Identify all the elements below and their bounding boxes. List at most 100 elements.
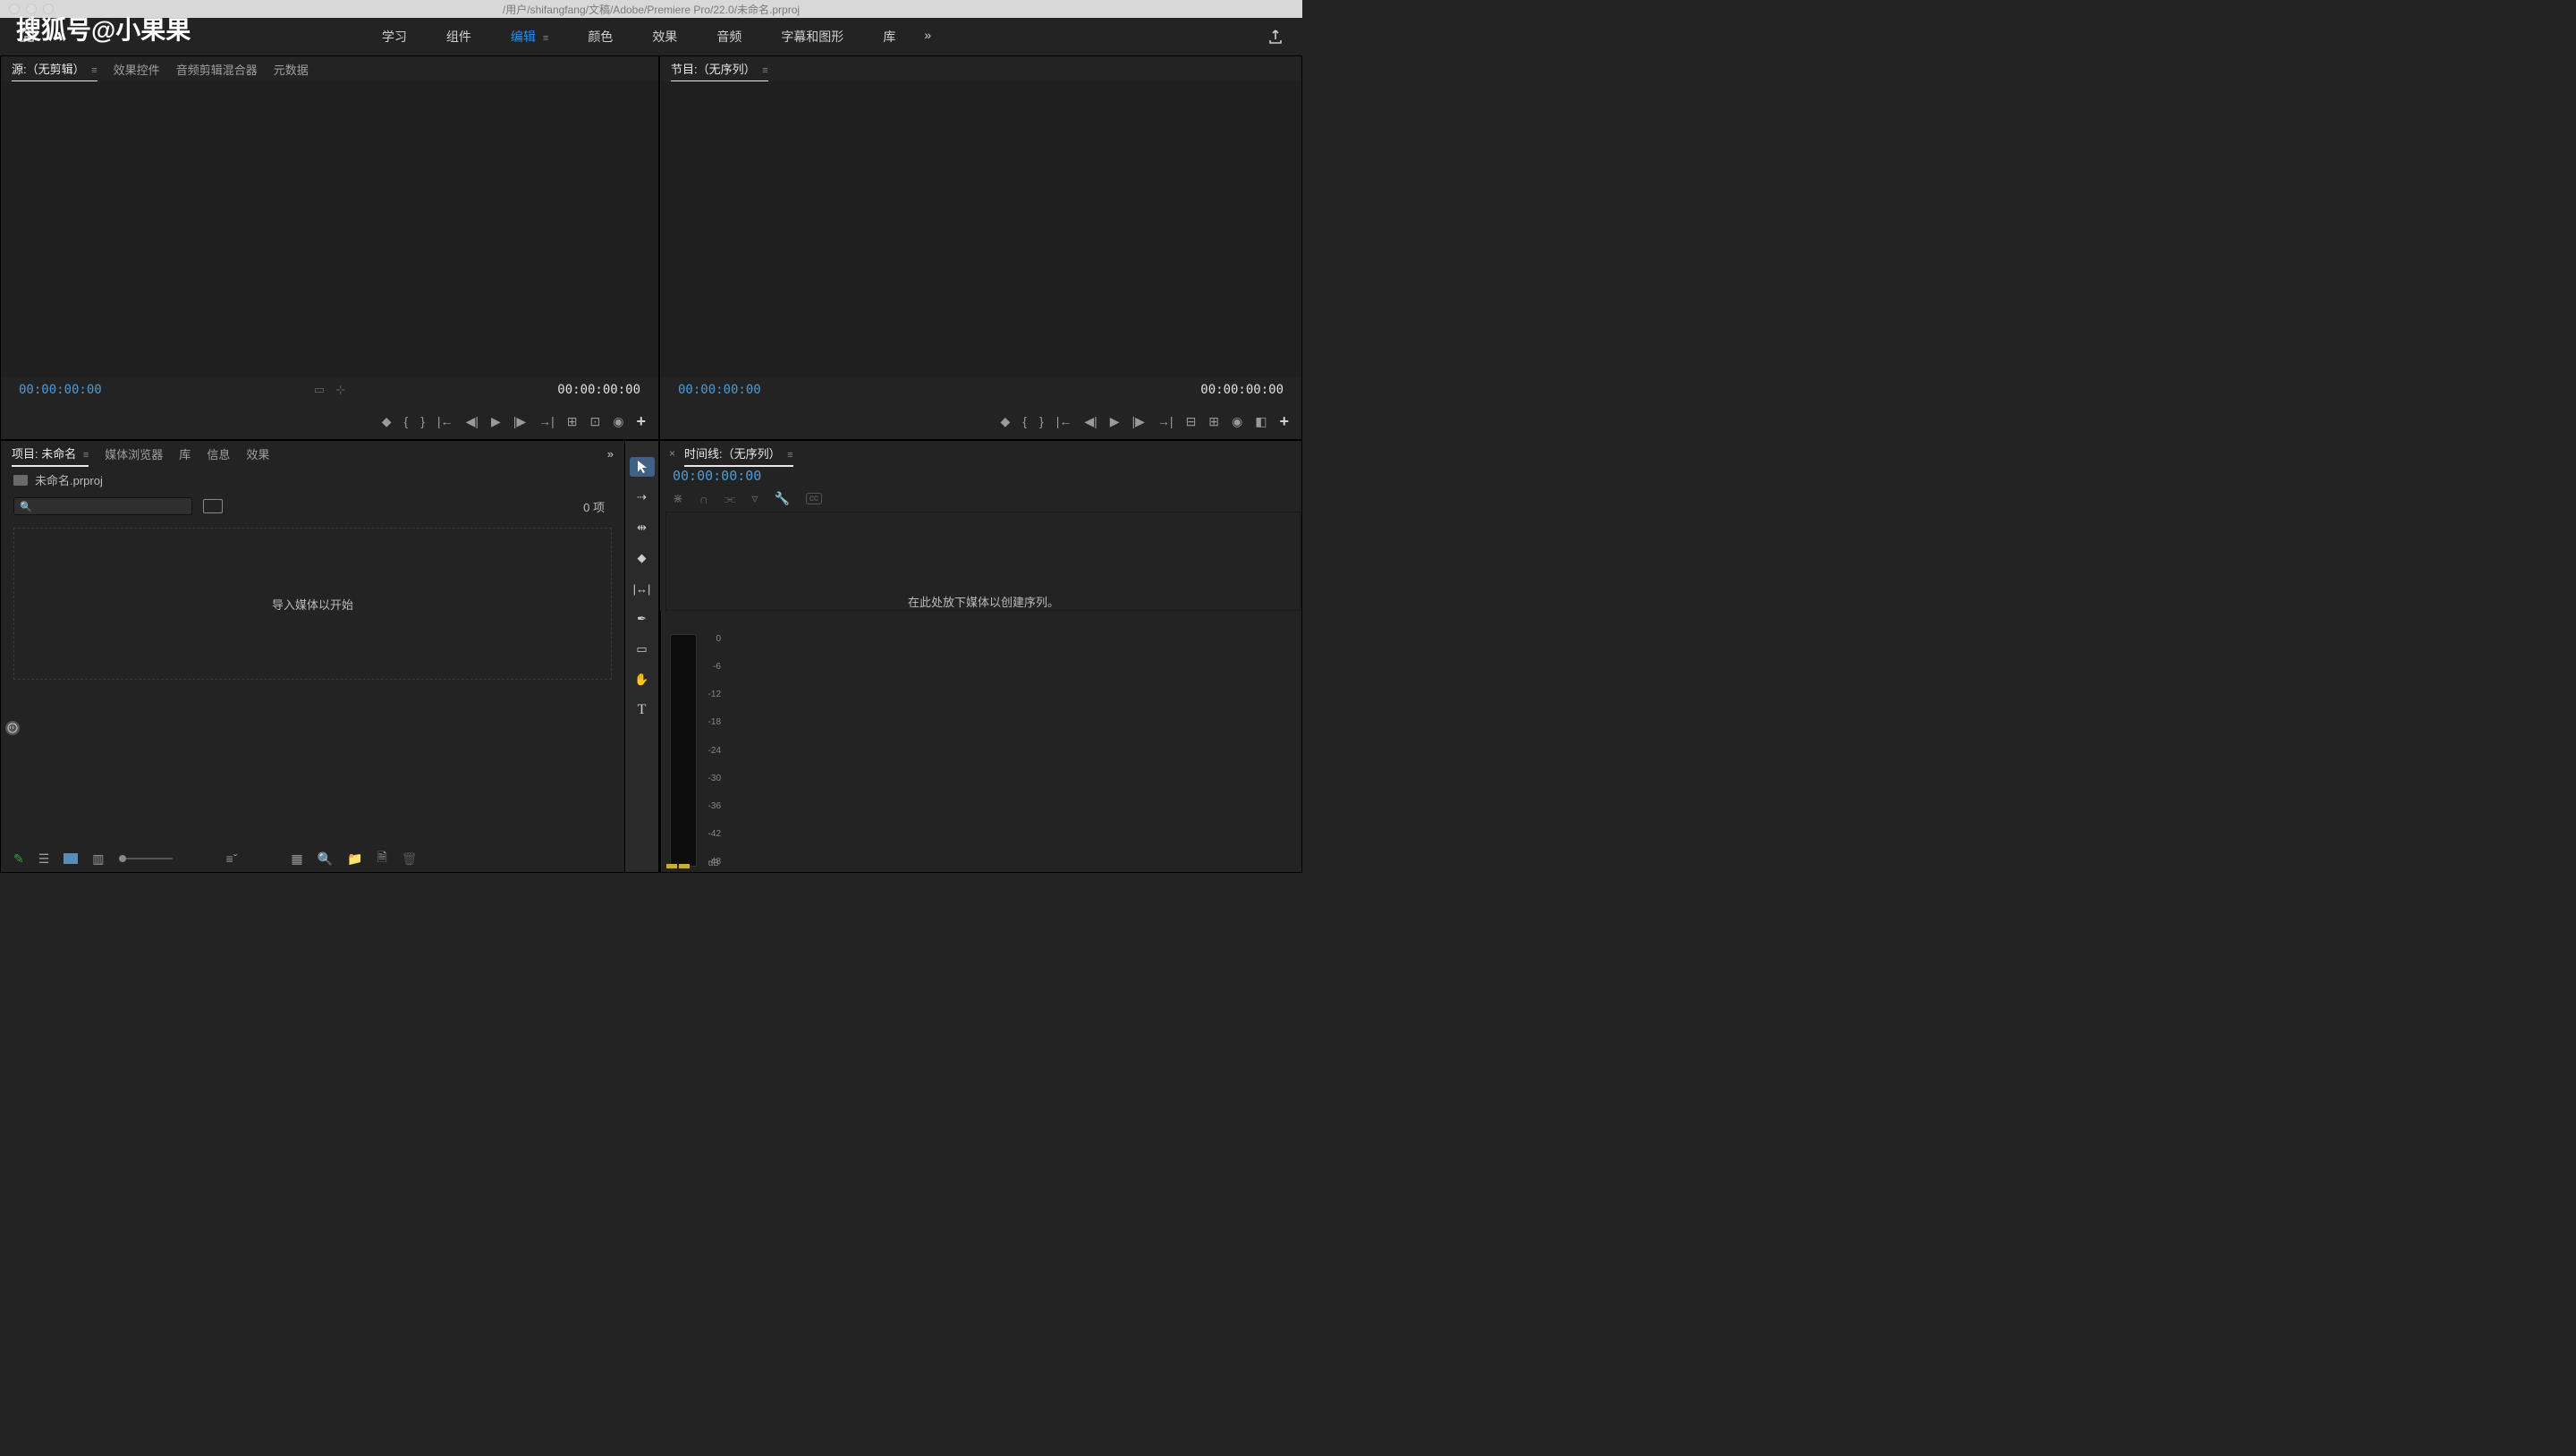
timeline-timecode[interactable]: 00:00:00:00	[673, 468, 761, 484]
track-select-tool-icon[interactable]: ⇢	[630, 487, 655, 507]
tab-project[interactable]: 项目: 未命名 ≡	[12, 441, 89, 467]
mark-in-icon[interactable]: {	[1022, 414, 1027, 428]
new-bin-footer-icon[interactable]: 📁	[347, 851, 362, 867]
safe-margins-icon[interactable]: ⊹	[335, 383, 345, 397]
freeform-view-icon[interactable]: ▥	[92, 851, 104, 867]
ripple-edit-tool-icon[interactable]: ⇹	[630, 518, 655, 538]
timeline-drop-zone[interactable]: 在此处放下媒体以创建序列。	[665, 512, 1301, 611]
add-marker-tl-icon[interactable]: ▿	[751, 491, 758, 506]
insert-icon[interactable]: ⊞	[567, 414, 578, 429]
tab-effect-controls[interactable]: 效果控件	[114, 57, 160, 81]
delete-icon[interactable]: 🗑	[402, 851, 418, 867]
captions-track-icon[interactable]: cc	[806, 493, 822, 504]
lift-icon[interactable]: ⊟	[1186, 414, 1197, 429]
panel-menu-icon[interactable]: ≡	[787, 450, 792, 461]
tab-media-browser[interactable]: 媒体浏览器	[105, 442, 163, 466]
mark-out-icon[interactable]: }	[420, 414, 425, 428]
tab-timeline[interactable]: 时间线:（无序列） ≡	[684, 441, 793, 467]
goto-out-icon[interactable]: →|	[1157, 414, 1174, 428]
tab-audio-clip-mixer[interactable]: 音频剪辑混合器	[176, 57, 258, 81]
audio-meter-track[interactable]	[670, 634, 697, 867]
tab-program[interactable]: 节目:（无序列） ≡	[671, 56, 768, 82]
creative-cloud-icon[interactable]	[5, 721, 20, 735]
close-tab-icon[interactable]: ×	[669, 447, 675, 460]
program-viewport[interactable]	[660, 81, 1301, 377]
project-search-box[interactable]: 🔍	[13, 497, 192, 515]
workspace-tab-libraries[interactable]: 库	[863, 19, 915, 55]
mark-out-icon[interactable]: }	[1039, 414, 1044, 428]
workspace-tab-editing[interactable]: 编辑≡	[491, 19, 568, 55]
add-marker-icon[interactable]: ◆	[1001, 414, 1011, 429]
linked-selection-icon[interactable]: ⫘	[724, 491, 736, 506]
thumbnail-zoom-slider[interactable]	[119, 858, 173, 859]
maximize-window-button[interactable]	[43, 4, 54, 14]
tab-effects[interactable]: 效果	[246, 442, 269, 466]
step-back-icon[interactable]: ◀|	[466, 414, 479, 429]
home-icon[interactable]	[18, 26, 39, 47]
export-frame-icon[interactable]: ◉	[613, 414, 623, 429]
source-viewport[interactable]	[1, 81, 658, 377]
add-marker-icon[interactable]: ◆	[382, 414, 392, 429]
program-tc-left[interactable]: 00:00:00:00	[678, 383, 761, 397]
tab-libraries[interactable]: 库	[179, 442, 191, 466]
step-fwd-icon[interactable]: |▶	[513, 414, 526, 429]
meter-peak-indicator	[666, 864, 690, 868]
selection-tool-icon[interactable]	[630, 457, 655, 477]
rectangle-tool-icon[interactable]: ▭	[630, 639, 655, 659]
button-editor-icon[interactable]: +	[1279, 412, 1289, 431]
project-drop-zone[interactable]: 导入媒体以开始	[13, 528, 612, 680]
goto-in-icon[interactable]: |←	[1056, 414, 1072, 428]
mark-in-icon[interactable]: {	[404, 414, 409, 428]
button-editor-icon[interactable]: +	[636, 412, 646, 431]
goto-in-icon[interactable]: |←	[437, 414, 453, 428]
fit-icon[interactable]: ▭	[314, 383, 325, 397]
new-item-write-icon[interactable]: ✎	[13, 851, 24, 867]
razor-tool-icon[interactable]: ◆	[630, 548, 655, 568]
snap-icon[interactable]: ∩	[699, 492, 708, 506]
step-back-icon[interactable]: ◀|	[1084, 414, 1097, 429]
panel-menu-icon[interactable]: ≡	[762, 65, 767, 76]
source-transport: ◆ { } |← ◀| ▶ |▶ →| ⊞ ⊡ ◉ +	[1, 403, 658, 439]
slip-tool-icon[interactable]: |↔|	[630, 579, 655, 598]
minimize-window-button[interactable]	[26, 4, 37, 14]
pen-tool-icon[interactable]: ✒	[630, 609, 655, 629]
timeline-settings-icon[interactable]: 🔧	[774, 491, 789, 506]
list-view-icon[interactable]: ☰	[38, 851, 50, 867]
new-bin-icon[interactable]	[203, 499, 223, 513]
comparison-view-icon[interactable]: ◧	[1255, 414, 1267, 429]
icon-view-icon[interactable]	[64, 853, 78, 864]
workspace-menu-icon[interactable]: ≡	[543, 33, 548, 44]
workspace-tab-audio[interactable]: 音频	[697, 19, 761, 55]
hand-tool-icon[interactable]: ✋	[630, 670, 655, 690]
project-search-input[interactable]	[38, 500, 186, 512]
extract-icon[interactable]: ⊞	[1208, 414, 1219, 429]
panel-menu-icon[interactable]: ≡	[83, 450, 89, 461]
quick-export-icon[interactable]	[1267, 28, 1284, 46]
play-icon[interactable]: ▶	[1110, 414, 1120, 429]
automate-to-sequence-icon[interactable]: ▦	[291, 851, 302, 867]
new-item-icon[interactable]: 🗎	[377, 848, 386, 869]
workspace-tab-assembly[interactable]: 组件	[427, 19, 491, 55]
tab-metadata[interactable]: 元数据	[274, 57, 309, 81]
close-window-button[interactable]	[9, 4, 20, 14]
step-fwd-icon[interactable]: |▶	[1132, 414, 1145, 429]
type-tool-icon[interactable]: T	[630, 700, 655, 720]
sort-icon[interactable]: ≡ˇ	[226, 851, 238, 866]
workspace-tab-learn[interactable]: 学习	[362, 19, 427, 55]
project-overflow-button[interactable]: »	[607, 447, 614, 461]
tab-source[interactable]: 源:（无剪辑） ≡	[12, 56, 97, 82]
play-icon[interactable]: ▶	[491, 414, 501, 429]
workspace-tab-color[interactable]: 颜色	[568, 19, 632, 55]
workspace-tab-effects[interactable]: 效果	[632, 19, 697, 55]
timeline-panel: × 时间线:（无序列） ≡ 00:00:00:00 ⋇ ∩ ⫘ ▿ 🔧 cc 在…	[659, 440, 1302, 873]
overwrite-icon[interactable]: ⊡	[590, 414, 601, 429]
insert-sequence-icon[interactable]: ⋇	[673, 491, 683, 506]
goto-out-icon[interactable]: →|	[538, 414, 555, 428]
workspace-overflow-button[interactable]: »	[915, 19, 940, 55]
tab-info[interactable]: 信息	[207, 442, 230, 466]
export-frame-icon[interactable]: ◉	[1232, 414, 1242, 429]
workspace-tab-captions[interactable]: 字幕和图形	[761, 19, 863, 55]
find-icon[interactable]: 🔍	[318, 851, 333, 867]
source-tc-left[interactable]: 00:00:00:00	[19, 383, 102, 397]
panel-menu-icon[interactable]: ≡	[91, 65, 97, 76]
